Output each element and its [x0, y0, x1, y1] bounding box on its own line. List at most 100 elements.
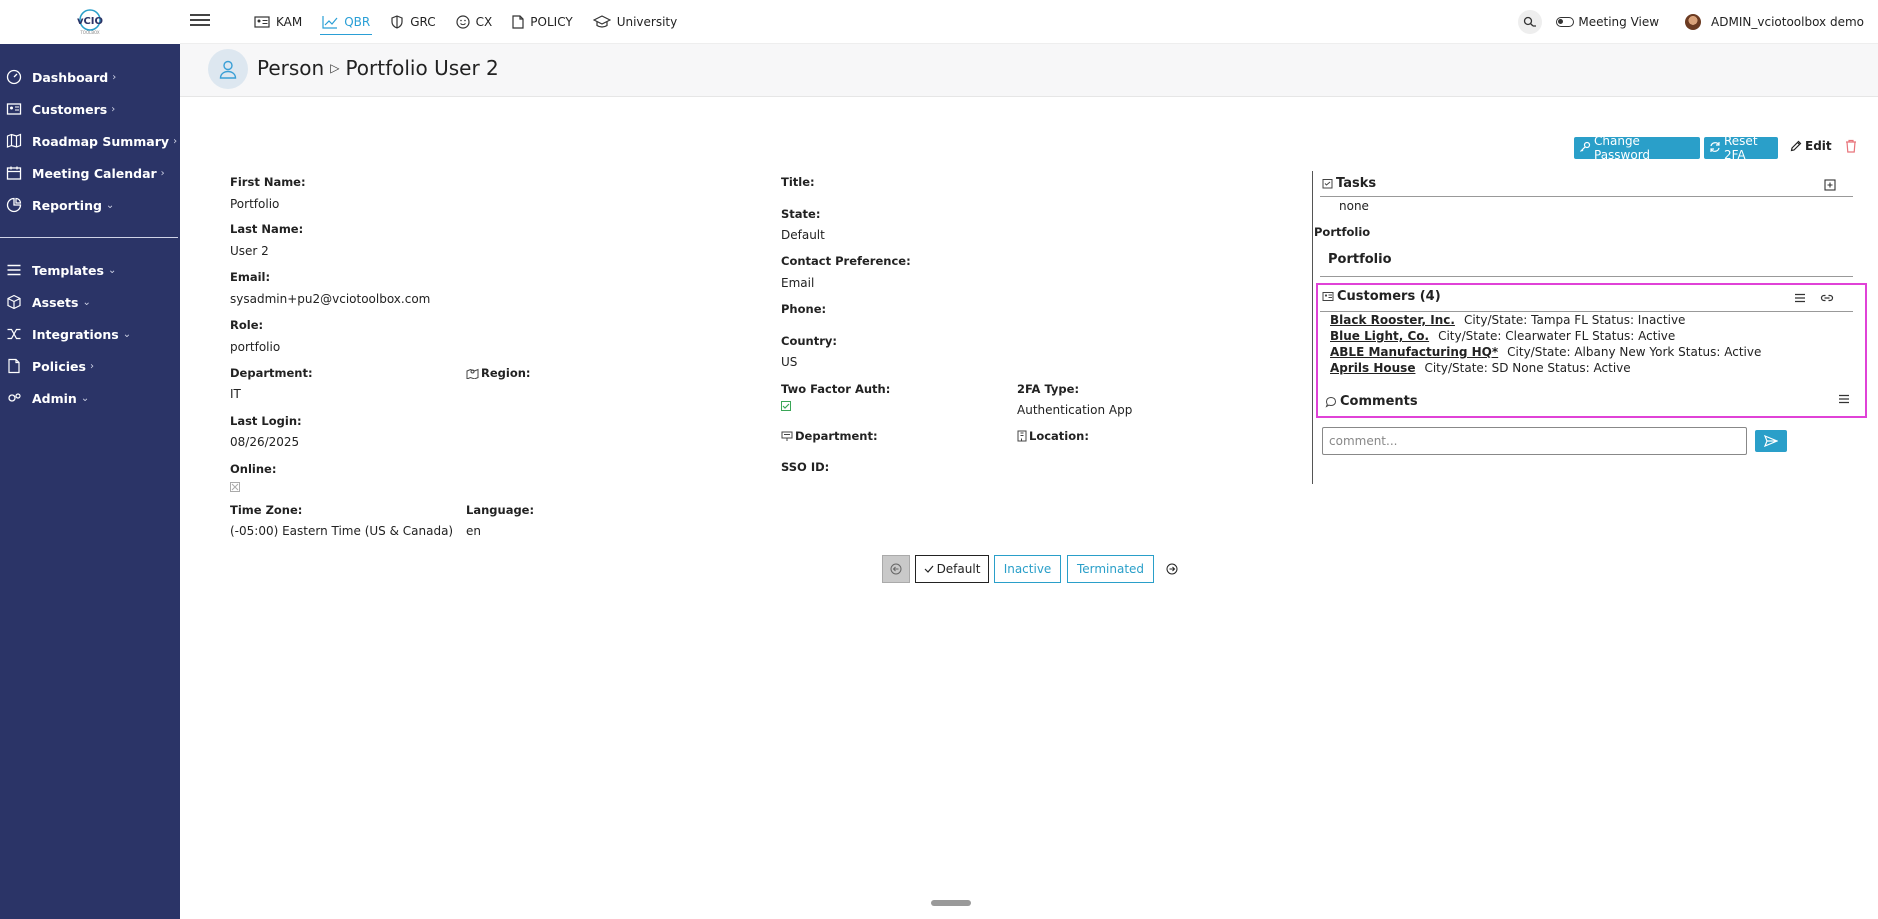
state-inactive-button[interactable]: Inactive	[994, 555, 1061, 583]
sidebar: Dashboard › Customers › Roadmap Summary …	[0, 44, 180, 919]
chevron-down-icon: ⌄	[122, 328, 132, 340]
state-terminated-label: Terminated	[1076, 562, 1145, 576]
user-icon	[219, 60, 237, 79]
edit-label: Edit	[1805, 139, 1832, 153]
sidebar-item-dashboard[interactable]: Dashboard ›	[0, 64, 116, 90]
edit-button[interactable]: Edit	[1790, 139, 1832, 153]
customer-link[interactable]: Black Rooster, Inc.	[1330, 313, 1455, 327]
last-login-value: 08/26/2025	[230, 435, 300, 449]
tab-label: CX	[475, 15, 493, 29]
sidebar-item-integrations[interactable]: Integrations ⌄	[0, 321, 131, 347]
sidebar-item-assets[interactable]: Assets ⌄	[0, 289, 91, 315]
toggle-icon	[1556, 17, 1575, 27]
customer-info: City/State: Albany New York Status: Acti…	[1507, 345, 1762, 359]
sidebar-item-customers[interactable]: Customers ›	[0, 96, 115, 122]
document-icon	[512, 15, 524, 29]
sidebar-item-admin[interactable]: Admin ⌄	[0, 385, 89, 411]
tasks-title: Tasks	[1336, 176, 1377, 191]
calendar-icon	[4, 163, 24, 183]
state-default-button[interactable]: Default	[915, 555, 989, 583]
contact-preference-value: Email	[781, 276, 815, 290]
previous-state-button[interactable]	[882, 555, 910, 583]
portfolio-divider	[1320, 276, 1853, 277]
templates-icon	[4, 260, 24, 280]
breadcrumb-entity-type[interactable]: Person	[257, 56, 324, 80]
first-name-label: First Name:	[230, 175, 306, 189]
sidebar-item-label: Integrations	[32, 326, 119, 342]
hamburger-menu-icon[interactable]	[190, 11, 210, 31]
sidebar-item-label: Customers	[32, 101, 108, 117]
tab-qbr[interactable]: QBR	[312, 0, 380, 44]
customer-link[interactable]: Blue Light, Co.	[1330, 329, 1429, 343]
svg-text:TOOLBOX: TOOLBOX	[79, 30, 100, 35]
comments-menu-icon[interactable]	[1837, 392, 1851, 406]
sidebar-item-reporting[interactable]: Reporting ⌄	[0, 192, 114, 218]
time-zone-label: Time Zone:	[230, 503, 303, 517]
role-label: Role:	[230, 318, 264, 332]
sidebar-item-roadmap-summary[interactable]: Roadmap Summary ›	[0, 128, 177, 154]
search-icon[interactable]	[1518, 10, 1543, 34]
top-right-controls: Meeting View ADMIN_vciotoolbox demo	[1518, 0, 1864, 44]
chevron-right-icon: ›	[173, 135, 178, 147]
region-label: Region:	[481, 366, 531, 380]
send-comment-button[interactable]	[1755, 430, 1787, 452]
scroll-handle[interactable]	[931, 900, 971, 906]
role-value: portfolio	[230, 340, 281, 354]
chevron-right-icon: ›	[160, 167, 165, 179]
tab-university[interactable]: University	[583, 0, 688, 44]
tasks-divider	[1320, 196, 1853, 197]
check-icon	[924, 564, 934, 574]
integrations-icon	[4, 324, 24, 344]
customers-divider	[1320, 311, 1853, 312]
tab-policy[interactable]: POLICY	[502, 0, 582, 44]
state-terminated-button[interactable]: Terminated	[1067, 555, 1154, 583]
tab-label: University	[616, 15, 678, 29]
app-logo[interactable]: vCIO TOOLBOX	[0, 0, 180, 44]
tab-grc[interactable]: GRC	[380, 0, 445, 44]
region-map-icon	[466, 367, 479, 379]
sso-id-label: SSO ID:	[781, 460, 830, 474]
two-factor-auth-label: Two Factor Auth:	[781, 382, 891, 396]
delete-trash-icon[interactable]	[1845, 139, 1857, 156]
customer-link[interactable]: ABLE Manufacturing HQ*	[1330, 345, 1498, 359]
department2-label: Department:	[795, 429, 878, 443]
sidebar-item-templates[interactable]: Templates ⌄	[0, 257, 116, 283]
meeting-view-toggle[interactable]: Meeting View	[1556, 15, 1659, 29]
portfolio-title: Portfolio	[1328, 252, 1392, 267]
customers-list-menu-icon[interactable]	[1793, 291, 1807, 305]
tab-cx[interactable]: CX	[446, 0, 503, 44]
language-value: en	[466, 524, 481, 538]
next-state-button[interactable]	[1163, 560, 1181, 578]
tab-kam[interactable]: KAM	[244, 0, 312, 44]
add-task-plus-icon[interactable]	[1823, 178, 1837, 192]
graduation-cap-icon	[592, 15, 611, 29]
online-label: Online:	[230, 462, 277, 476]
user-menu[interactable]: ADMIN_vciotoolbox demo	[1685, 14, 1864, 30]
customer-info: City/State: SD None Status: Active	[1424, 361, 1631, 375]
country-value: US	[781, 355, 798, 369]
reset-2fa-button[interactable]: Reset 2FA	[1704, 134, 1778, 162]
customers-card-icon	[1322, 291, 1334, 302]
sidebar-item-meeting-calendar[interactable]: Meeting Calendar ›	[0, 160, 165, 186]
department-value: IT	[230, 387, 241, 401]
location-label: Location:	[1029, 429, 1089, 443]
tab-label: GRC	[410, 15, 436, 29]
page-header: Person ▷ Portfolio User 2	[180, 44, 1878, 97]
sidebar-item-policies[interactable]: Policies ›	[0, 353, 94, 379]
reset-2fa-label: Reset 2FA	[1724, 134, 1758, 162]
sidebar-item-label: Roadmap Summary	[32, 133, 170, 149]
location-field-label: Location:	[1017, 429, 1089, 443]
comment-input[interactable]	[1322, 427, 1747, 455]
link-icon[interactable]	[1820, 291, 1834, 305]
customer-link[interactable]: Aprils House	[1330, 361, 1415, 375]
chevron-down-icon: ⌄	[105, 199, 115, 211]
state-label: State:	[781, 207, 821, 221]
first-name-value: Portfolio	[230, 197, 280, 211]
change-password-button[interactable]: Change Password	[1574, 134, 1700, 162]
country-label: Country:	[781, 334, 837, 348]
last-name-value: User 2	[230, 244, 269, 258]
user-avatar	[1685, 14, 1702, 30]
sidebar-item-label: Assets	[32, 294, 79, 310]
tab-label: POLICY	[530, 15, 573, 29]
time-zone-value: (-05:00) Eastern Time (US & Canada)	[230, 524, 454, 538]
